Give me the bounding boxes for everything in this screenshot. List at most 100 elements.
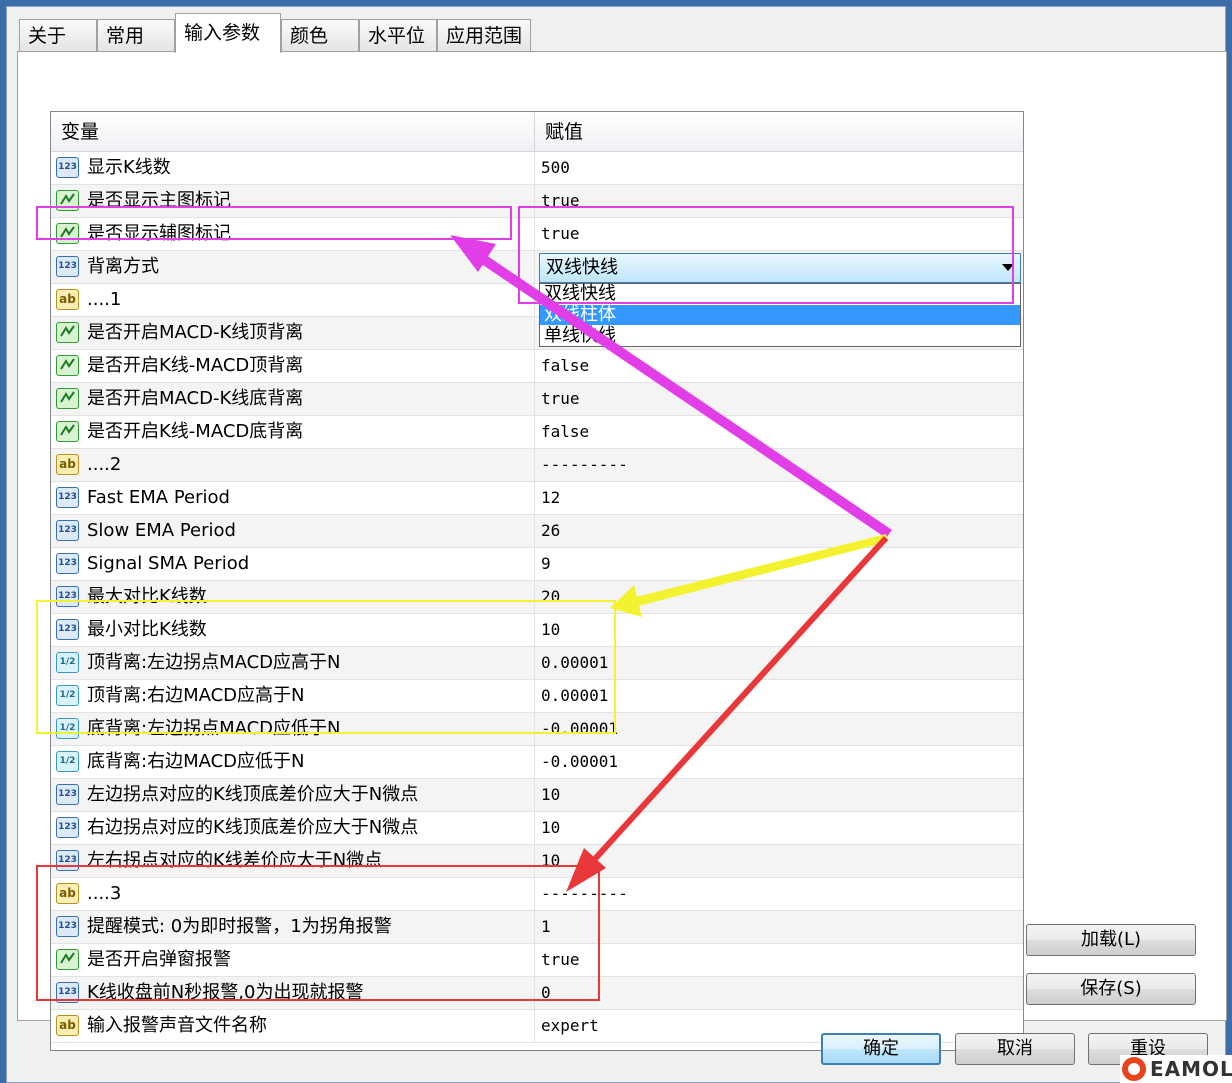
parameter-value-cell[interactable]: 26	[535, 515, 1023, 547]
tab-visualization-range[interactable]: 应用范围	[437, 19, 531, 51]
parameter-name-cell[interactable]: 123 背离方式	[51, 251, 535, 283]
parameter-value-cell[interactable]: 10	[535, 614, 1023, 646]
parameter-value: -0.00001	[541, 719, 619, 738]
parameter-row[interactable]: 123 K线收盘前N秒报警,0为出现就报警 0	[51, 977, 1023, 1010]
dropdown-option-highlighted[interactable]: 双线柱体	[540, 305, 1020, 325]
parameter-value-cell[interactable]: 0.00001	[535, 647, 1023, 679]
parameter-name-cell[interactable]: 123 左边拐点对应的K线顶底差价应大于N微点	[51, 779, 535, 811]
parameter-row[interactable]: ab ....3 ---------	[51, 878, 1023, 911]
parameter-row[interactable]: ab ....2 ---------	[51, 449, 1023, 482]
parameter-name-cell[interactable]: ab 输入报警声音文件名称	[51, 1010, 535, 1042]
ok-button[interactable]: 确定	[821, 1033, 941, 1065]
parameter-value-cell[interactable]: true	[535, 218, 1023, 250]
parameter-value-cell[interactable]: false	[535, 350, 1023, 382]
parameter-name: ....1	[87, 289, 122, 310]
parameter-name-cell[interactable]: 是否开启MACD-K线顶背离	[51, 317, 535, 349]
parameter-row[interactable]: 1/2 顶背离:左边拐点MACD应高于N 0.00001	[51, 647, 1023, 680]
parameter-value-cell[interactable]: expert	[535, 1010, 1023, 1042]
parameter-name-cell[interactable]: 1/2 顶背离:左边拐点MACD应高于N	[51, 647, 535, 679]
parameter-row[interactable]: 是否开启K线-MACD底背离 false	[51, 416, 1023, 449]
parameter-row[interactable]: 123 Signal SMA Period 9	[51, 548, 1023, 581]
divergence-mode-combobox[interactable]: 双线快线	[539, 253, 1021, 283]
parameter-value-cell[interactable]: ---------	[535, 449, 1023, 481]
parameter-row[interactable]: 是否显示主图标记 true	[51, 185, 1023, 218]
parameter-value: true	[541, 224, 580, 243]
parameter-name-cell[interactable]: 123 Slow EMA Period	[51, 515, 535, 547]
parameter-name-cell[interactable]: 123 右边拐点对应的K线顶底差价应大于N微点	[51, 812, 535, 844]
parameter-row[interactable]: 是否显示辅图标记 true	[51, 218, 1023, 251]
dropdown-arrow-icon[interactable]	[1002, 264, 1014, 271]
parameter-row[interactable]: 123 Fast EMA Period 12	[51, 482, 1023, 515]
parameter-name-cell[interactable]: 1/2 底背离:左边拐点MACD应低于N	[51, 713, 535, 745]
parameter-row[interactable]: 123 最小对比K线数 10	[51, 614, 1023, 647]
parameter-row[interactable]: 123 提醒模式: 0为即时报警，1为拐角报警 1	[51, 911, 1023, 944]
parameter-row[interactable]: 123 最大对比K线数 20	[51, 581, 1023, 614]
parameter-value-cell[interactable]: -0.00001	[535, 746, 1023, 778]
parameter-name: 输入报警声音文件名称	[87, 1015, 267, 1036]
tab-colors[interactable]: 颜色	[281, 19, 359, 51]
dropdown-option[interactable]: 单线快线	[540, 326, 1020, 346]
integer-type-icon: 123	[56, 487, 79, 508]
parameter-row[interactable]: 是否开启弹窗报警 true	[51, 944, 1023, 977]
parameter-value-cell[interactable]: 10	[535, 845, 1023, 877]
parameter-row[interactable]: 1/2 顶背离:右边MACD应高于N 0.00001	[51, 680, 1023, 713]
parameter-value-cell[interactable]: 10	[535, 812, 1023, 844]
bool-type-icon	[56, 388, 79, 409]
parameter-row[interactable]: 1/2 底背离:右边MACD应低于N -0.00001	[51, 746, 1023, 779]
parameter-name-cell[interactable]: 123 Fast EMA Period	[51, 482, 535, 514]
parameter-name-cell[interactable]: 是否显示主图标记	[51, 185, 535, 217]
integer-type-icon: 123	[56, 817, 79, 838]
parameter-name-cell[interactable]: 1/2 顶背离:右边MACD应高于N	[51, 680, 535, 712]
parameter-name-cell[interactable]: ab ....3	[51, 878, 535, 910]
load-button[interactable]: 加载(L)	[1026, 924, 1196, 956]
tab-input-parameters[interactable]: 输入参数	[175, 13, 281, 53]
parameter-row[interactable]: 123 显示K线数 500	[51, 152, 1023, 185]
parameter-value-cell[interactable]: 9	[535, 548, 1023, 580]
parameter-value-cell[interactable]: 10	[535, 779, 1023, 811]
parameter-value-cell[interactable]: -0.00001	[535, 713, 1023, 745]
parameter-row[interactable]: 123 左边拐点对应的K线顶底差价应大于N微点 10	[51, 779, 1023, 812]
parameter-value: -0.00001	[541, 752, 619, 771]
parameter-value-cell[interactable]: true	[535, 383, 1023, 415]
dropdown-option[interactable]: 双线快线	[540, 284, 1020, 304]
cancel-button[interactable]: 取消	[955, 1033, 1075, 1065]
parameter-name-cell[interactable]: 123 显示K线数	[51, 152, 535, 184]
parameter-value-cell[interactable]: 0.00001	[535, 680, 1023, 712]
parameter-value-cell[interactable]: 1	[535, 911, 1023, 943]
column-header-value[interactable]: 赋值	[535, 112, 1023, 152]
parameter-name-cell[interactable]: 123 K线收盘前N秒报警,0为出现就报警	[51, 977, 535, 1009]
parameter-value-cell[interactable]: 20	[535, 581, 1023, 613]
parameter-value-cell[interactable]: true	[535, 944, 1023, 976]
parameter-name-cell[interactable]: 是否开启K线-MACD底背离	[51, 416, 535, 448]
parameter-row[interactable]: 是否开启K线-MACD顶背离 false	[51, 350, 1023, 383]
parameter-row[interactable]: 123 Slow EMA Period 26	[51, 515, 1023, 548]
save-button[interactable]: 保存(S)	[1026, 973, 1196, 1005]
parameter-name-cell[interactable]: 1/2 底背离:右边MACD应低于N	[51, 746, 535, 778]
parameter-name-cell[interactable]: 123 最小对比K线数	[51, 614, 535, 646]
parameter-name-cell[interactable]: 123 最大对比K线数	[51, 581, 535, 613]
parameter-name-cell[interactable]: 123 Signal SMA Period	[51, 548, 535, 580]
parameter-value: 12	[541, 488, 561, 507]
parameter-value-cell[interactable]: 500	[535, 152, 1023, 184]
parameter-name-cell[interactable]: 是否开启弹窗报警	[51, 944, 535, 976]
parameter-name-cell[interactable]: 是否显示辅图标记	[51, 218, 535, 250]
parameter-name-cell[interactable]: ab ....2	[51, 449, 535, 481]
parameter-value-cell[interactable]: ---------	[535, 878, 1023, 910]
tab-common[interactable]: 常用	[97, 19, 175, 51]
parameter-name-cell[interactable]: 是否开启MACD-K线底背离	[51, 383, 535, 415]
parameter-row[interactable]: 123 左右拐点对应的K线差价应大于N微点 10	[51, 845, 1023, 878]
parameter-value-cell[interactable]: true	[535, 185, 1023, 217]
parameter-name-cell[interactable]: 是否开启K线-MACD顶背离	[51, 350, 535, 382]
parameter-name-cell[interactable]: ab ....1	[51, 284, 535, 316]
column-header-variable[interactable]: 变量	[51, 112, 535, 152]
parameter-name-cell[interactable]: 123 提醒模式: 0为即时报警，1为拐角报警	[51, 911, 535, 943]
parameter-value-cell[interactable]: false	[535, 416, 1023, 448]
tab-levels[interactable]: 水平位	[359, 19, 437, 51]
parameter-value-cell[interactable]: 12	[535, 482, 1023, 514]
parameter-value-cell[interactable]: 0	[535, 977, 1023, 1009]
parameter-name-cell[interactable]: 123 左右拐点对应的K线差价应大于N微点	[51, 845, 535, 877]
parameter-row[interactable]: 123 右边拐点对应的K线顶底差价应大于N微点 10	[51, 812, 1023, 845]
tab-about[interactable]: 关于	[19, 19, 97, 51]
parameter-row[interactable]: 1/2 底背离:左边拐点MACD应低于N -0.00001	[51, 713, 1023, 746]
parameter-row[interactable]: 是否开启MACD-K线底背离 true	[51, 383, 1023, 416]
